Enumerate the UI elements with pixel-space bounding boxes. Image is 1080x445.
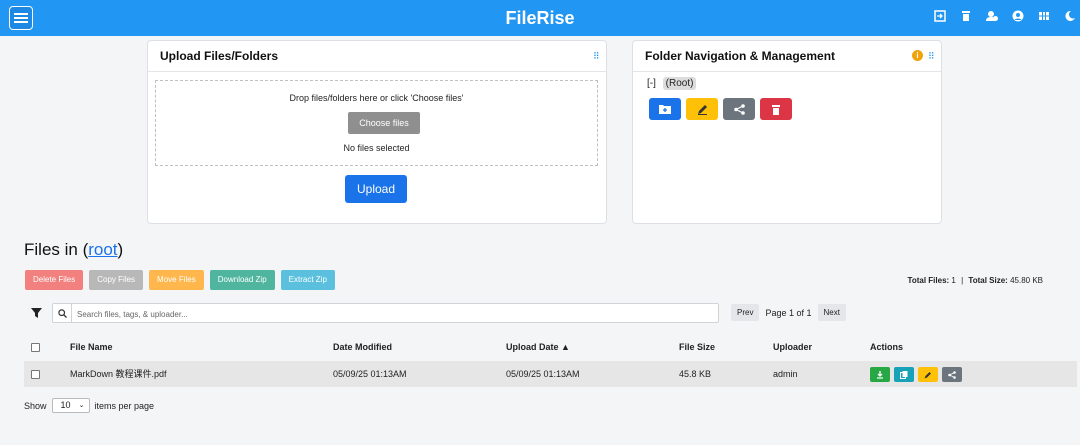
move-files-button[interactable]: Move Files bbox=[149, 270, 204, 290]
select-all-checkbox[interactable] bbox=[31, 343, 40, 352]
user-add-icon[interactable] bbox=[986, 10, 998, 22]
user-icon[interactable] bbox=[1012, 10, 1024, 22]
rename-icon bbox=[697, 104, 707, 115]
filter-icon[interactable] bbox=[31, 308, 42, 318]
download-file-button[interactable] bbox=[870, 367, 890, 382]
row-action-buttons bbox=[870, 367, 962, 382]
totals-separator: | bbox=[961, 276, 964, 285]
total-size-label: Total Size: bbox=[968, 276, 1008, 285]
totals-summary: Total Files: 1 | Total Size: 45.80 KB bbox=[908, 276, 1043, 285]
page-indicator: Page 1 of 1 bbox=[765, 307, 812, 318]
extract-zip-button[interactable]: Extract Zip bbox=[280, 270, 335, 290]
rename-folder-button[interactable] bbox=[686, 98, 718, 120]
root-folder[interactable]: (Root) bbox=[662, 77, 697, 90]
copy-file-button[interactable] bbox=[894, 367, 914, 382]
tree-toggle[interactable]: [-] bbox=[647, 78, 656, 89]
top-icons bbox=[934, 10, 1076, 22]
column-header-uploaded[interactable]: Upload Date ▲ bbox=[506, 334, 570, 360]
files-heading: Files in (root) bbox=[24, 240, 123, 260]
column-header-actions: Actions bbox=[870, 342, 904, 352]
no-files-text: No files selected bbox=[343, 143, 410, 153]
total-size-value: 45.80 KB bbox=[1010, 276, 1043, 285]
delete-folder-button[interactable] bbox=[760, 98, 792, 120]
column-header-modified[interactable]: Date Modified bbox=[333, 334, 392, 360]
search-box bbox=[52, 303, 719, 323]
info-icon[interactable]: i bbox=[912, 50, 923, 61]
upload-card-title: Upload Files/Folders bbox=[160, 49, 279, 63]
share-file-button[interactable] bbox=[942, 367, 962, 382]
table-header-row: File Name Date Modified Upload Date ▲ Fi… bbox=[24, 334, 1077, 360]
drag-handle-icon[interactable]: ⠿ bbox=[928, 51, 935, 62]
search-input[interactable] bbox=[75, 306, 699, 322]
edit-icon bbox=[924, 371, 931, 378]
share-folder-button[interactable] bbox=[723, 98, 755, 120]
uploader-cell: admin bbox=[773, 369, 798, 379]
delete-icon bbox=[772, 104, 780, 115]
share-icon bbox=[733, 103, 745, 115]
app-title: FileRise bbox=[505, 8, 575, 28]
top-bar: FileRise bbox=[0, 0, 1080, 36]
next-page-button[interactable]: Next bbox=[817, 304, 846, 321]
folder-tree: [-] (Root) bbox=[647, 77, 697, 90]
grid-icon[interactable] bbox=[1038, 10, 1050, 22]
total-files-label: Total Files: bbox=[907, 276, 950, 285]
create-folder-icon bbox=[659, 105, 671, 114]
choose-files-button[interactable]: Choose files bbox=[348, 112, 420, 134]
logout-icon[interactable] bbox=[934, 10, 946, 22]
files-heading-prefix: Files in ( bbox=[24, 240, 89, 259]
drop-zone-text: Drop files/folders here or click 'Choose… bbox=[289, 93, 464, 103]
column-header-name[interactable]: File Name bbox=[70, 334, 113, 360]
download-zip-button[interactable]: Download Zip bbox=[209, 270, 275, 290]
file-size-cell: 45.8 KB bbox=[679, 369, 712, 379]
folder-card: Folder Navigation & Management i ⠿ [-] (… bbox=[632, 40, 942, 224]
prev-page-button[interactable]: Prev bbox=[731, 304, 760, 321]
upload-button[interactable]: Upload bbox=[345, 175, 407, 203]
download-icon bbox=[877, 370, 883, 379]
files-heading-suffix: ) bbox=[117, 240, 124, 259]
table-row[interactable]: MarkDown 教程课件.pdf 05/09/25 01:13AM 05/09… bbox=[24, 361, 1077, 387]
moon-icon[interactable] bbox=[1064, 10, 1076, 22]
search-icon bbox=[57, 308, 67, 318]
row-checkbox[interactable] bbox=[31, 370, 40, 379]
folder-card-title: Folder Navigation & Management bbox=[645, 49, 836, 63]
pagination: Prev Page 1 of 1 Next bbox=[731, 304, 846, 321]
share-icon bbox=[948, 370, 956, 379]
file-name-cell[interactable]: MarkDown 教程课件.pdf bbox=[70, 361, 167, 387]
column-header-size[interactable]: File Size bbox=[679, 334, 715, 360]
items-per-page-select[interactable]: 10 ⌄ bbox=[51, 398, 90, 413]
bulk-action-buttons: Delete Files Copy Files Move Files Downl… bbox=[25, 270, 335, 290]
copy-icon bbox=[900, 370, 908, 379]
per-page-prefix: Show bbox=[24, 400, 47, 411]
chevron-down-icon: ⌄ bbox=[78, 402, 85, 409]
total-files-value: 1 bbox=[951, 276, 956, 285]
search-icon-box bbox=[53, 304, 72, 322]
folder-action-buttons bbox=[649, 98, 792, 120]
items-per-page-value: 10 bbox=[60, 400, 71, 410]
date-modified-cell: 05/09/25 01:13AM bbox=[333, 369, 407, 379]
items-per-page: Show 10 ⌄ items per page bbox=[24, 398, 154, 413]
delete-files-button[interactable]: Delete Files bbox=[25, 270, 84, 290]
edit-file-button[interactable] bbox=[918, 367, 938, 382]
create-folder-button[interactable] bbox=[649, 98, 681, 120]
column-header-uploader[interactable]: Uploader bbox=[773, 334, 812, 360]
upload-card: Upload Files/Folders ⠿ Drop files/folder… bbox=[147, 40, 607, 224]
copy-files-button[interactable]: Copy Files bbox=[89, 270, 144, 290]
root-breadcrumb-link[interactable]: root bbox=[88, 240, 117, 259]
folder-card-header: Folder Navigation & Management i ⠿ bbox=[633, 41, 941, 72]
upload-card-header: Upload Files/Folders ⠿ bbox=[148, 41, 606, 72]
drop-zone[interactable]: Drop files/folders here or click 'Choose… bbox=[155, 80, 598, 166]
upload-date-cell: 05/09/25 01:13AM bbox=[506, 369, 580, 379]
trash-icon[interactable] bbox=[960, 10, 972, 22]
drag-handle-icon[interactable]: ⠿ bbox=[593, 51, 600, 62]
per-page-suffix: items per page bbox=[94, 400, 155, 411]
